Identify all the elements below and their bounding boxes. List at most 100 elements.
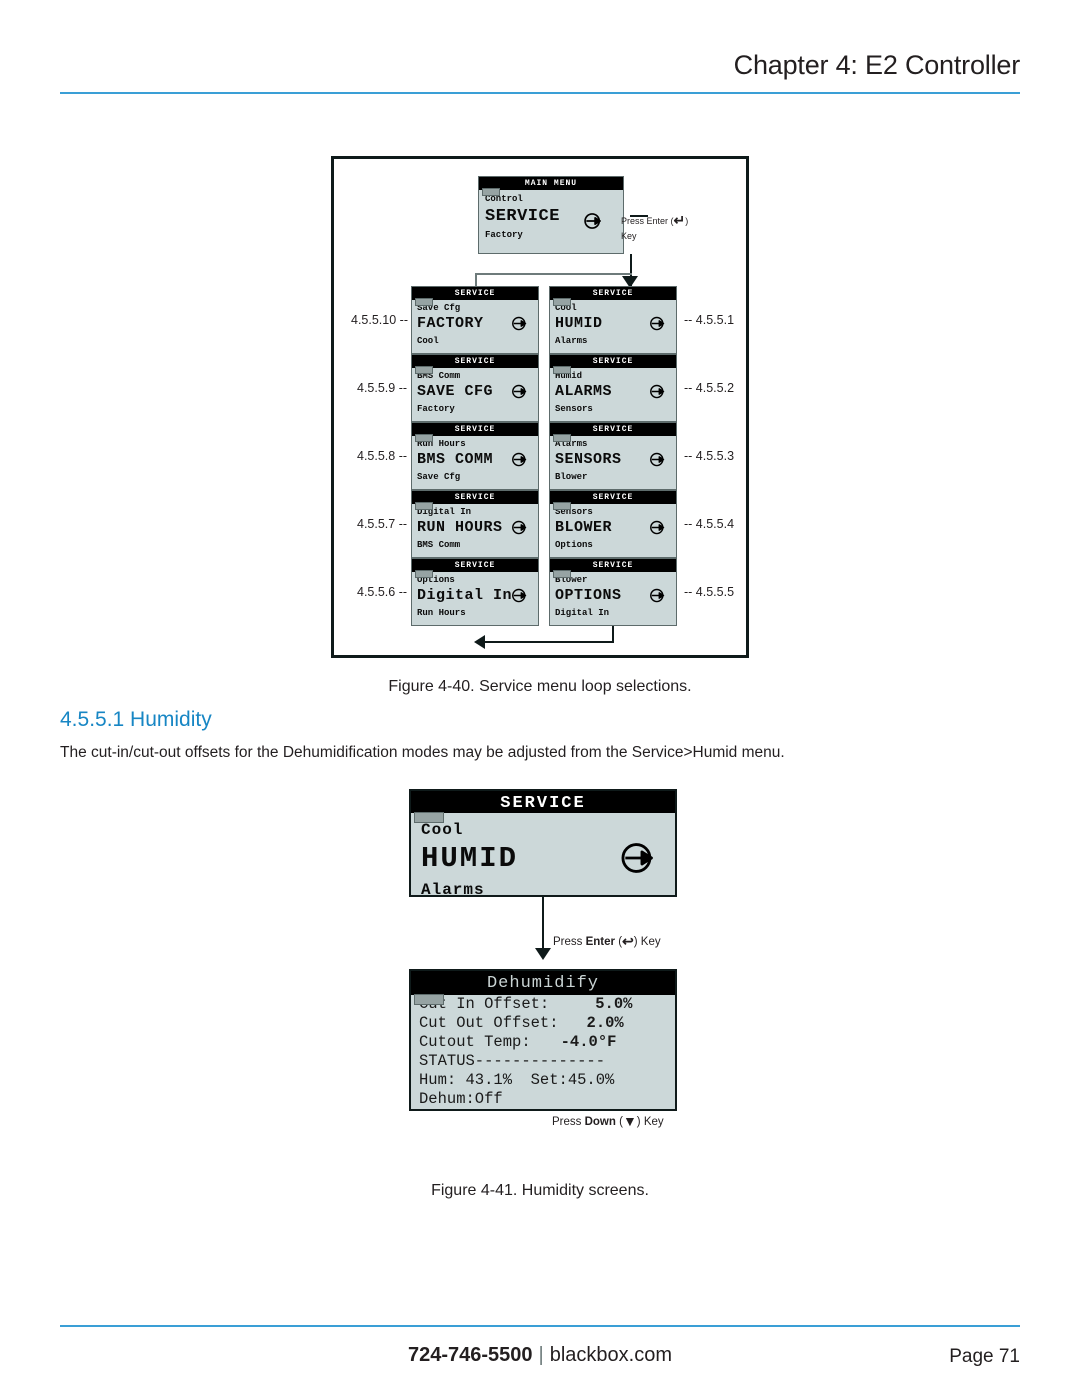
circle-right-arrow-icon xyxy=(649,383,666,400)
lcd-panel-humid-large[interactable]: SERVICE Cool HUMID Alarms xyxy=(409,789,677,899)
lcd-item-below[interactable]: Save Cfg xyxy=(417,472,538,482)
lcd-title-text: SERVICE xyxy=(454,357,496,366)
lcd-title-bar: SERVICE xyxy=(550,423,676,442)
connector-enter-note xyxy=(630,215,648,217)
lcd-panel-main-menu[interactable]: MAIN MENU Control SERVICE Factory xyxy=(478,176,624,254)
scroll-indicator xyxy=(553,434,571,442)
scroll-indicator xyxy=(415,570,433,578)
lcd-panel-factory[interactable]: SERVICE Save Cfg FACTORY Cool xyxy=(411,286,539,354)
lcd-item-below[interactable]: Factory xyxy=(417,404,538,414)
index-label-4-5-5-9: 4.5.5.9 -- xyxy=(357,381,408,395)
lcd-panel-options[interactable]: SERVICE Blower OPTIONS Digital In xyxy=(549,558,677,626)
index-label-4-5-5-3: -- 4.5.5.3 xyxy=(684,449,735,463)
lcd-item-above[interactable]: Alarms xyxy=(555,439,676,449)
lcd-title-bar: SERVICE xyxy=(412,491,538,510)
lcd-item-above[interactable]: Cool xyxy=(555,303,676,313)
circle-right-arrow-icon xyxy=(649,519,666,536)
circle-right-arrow-icon xyxy=(649,587,666,604)
lcd-title-bar: SERVICE xyxy=(550,491,676,510)
lcd-item-above[interactable]: BMS Comm xyxy=(417,371,538,381)
down-arrow-icon: ▼ xyxy=(622,1113,637,1129)
enter-key-icon: ↩ xyxy=(622,933,634,949)
lcd-panel-dehumidify[interactable]: Dehumidify Cut In Offset: 5.0% Cut Out Of… xyxy=(409,969,677,1111)
circle-right-arrow-icon xyxy=(511,383,528,400)
press-enter-close: ) xyxy=(633,936,641,948)
lcd-title-bar: SERVICE xyxy=(550,287,676,306)
dehum-value-cut-out: 2.0% xyxy=(586,1013,624,1032)
press-down-bold: Down xyxy=(584,1116,616,1128)
footer-divider xyxy=(60,1325,1020,1327)
lcd-panel-alarms[interactable]: SERVICE Humid ALARMS Sensors xyxy=(549,354,677,422)
lcd-panel-humid-small[interactable]: SERVICE Cool HUMID Alarms xyxy=(549,286,677,354)
lcd-title-bar: Dehumidify xyxy=(411,971,675,1005)
scroll-indicator xyxy=(415,366,433,374)
index-label-4-5-5-8: 4.5.5.8 -- xyxy=(357,449,408,463)
index-label-4-5-5-4: -- 4.5.5.4 xyxy=(684,517,735,531)
index-label-4-5-5-1: -- 4.5.5.1 xyxy=(684,313,735,327)
circle-right-arrow-icon xyxy=(511,451,528,468)
lcd-title-text: SERVICE xyxy=(592,357,634,366)
section-body-text: The cut-in/cut-out offsets for the Dehum… xyxy=(60,744,785,761)
dehum-value-cut-in: 5.0% xyxy=(595,995,633,1013)
footer-page-number: Page 71 xyxy=(949,1346,1020,1367)
lcd-item-above[interactable]: Blower xyxy=(555,575,676,585)
index-label-4-5-5-2: -- 4.5.5.2 xyxy=(684,381,735,395)
index-label-4-5-5-5: -- 4.5.5.5 xyxy=(684,585,735,599)
lcd-item-below[interactable]: Sensors xyxy=(555,404,676,414)
lcd-panel-blower[interactable]: SERVICE Sensors BLOWER Options xyxy=(549,490,677,558)
press-enter-note-line1b: ) xyxy=(685,216,689,226)
dehum-value-cutout-temp: -4.0°F xyxy=(560,1032,617,1051)
lcd-title-text: SERVICE xyxy=(454,425,496,434)
lcd-panel-bms-comm[interactable]: SERVICE Run Hours BMS COMM Save Cfg xyxy=(411,422,539,490)
figure-4-41-caption: Figure 4-41. Humidity screens. xyxy=(431,1182,649,1199)
lcd-title-text: SERVICE xyxy=(592,289,634,298)
section-heading: 4.5.5.1 Humidity xyxy=(60,708,212,731)
press-enter-open: ( xyxy=(615,936,623,948)
footer-website[interactable]: blackbox.com xyxy=(550,1344,672,1366)
header-divider xyxy=(60,92,1020,94)
lcd-panel-save-cfg[interactable]: SERVICE BMS Comm SAVE CFG Factory xyxy=(411,354,539,422)
lcd-title-bar: SERVICE xyxy=(412,559,538,578)
lcd-item-below[interactable]: BMS Comm xyxy=(417,540,538,550)
footer-phone[interactable]: 724-746-5500 xyxy=(408,1344,533,1366)
press-enter-note-line1: Press Enter ( xyxy=(621,216,674,226)
lcd-item-below[interactable]: Digital In xyxy=(555,608,676,618)
lcd-item-below[interactable]: Alarms xyxy=(421,881,675,899)
lcd-item-below[interactable]: Factory xyxy=(485,230,623,240)
lcd-item-below[interactable]: Run Hours xyxy=(417,608,538,618)
dehum-row-status: STATUS-------------- xyxy=(419,1051,606,1070)
lcd-item-above[interactable]: Digital In xyxy=(417,507,538,517)
press-down-close: ) xyxy=(636,1116,644,1128)
footer-contact: 724-746-5500 | blackbox.com xyxy=(0,1344,1080,1367)
press-down-note: Press Down (▼) Key xyxy=(552,1113,664,1129)
page-header: Chapter 4: E2 Controller xyxy=(0,0,1080,96)
arrow-down-to-dehumidify xyxy=(535,948,551,960)
lcd-panel-digital-in[interactable]: SERVICE Options Digital In Run Hours xyxy=(411,558,539,626)
lcd-item-above[interactable]: Humid xyxy=(555,371,676,381)
dehum-row-cutout-temp[interactable]: Cutout Temp: -4.0°F xyxy=(419,1032,675,1052)
dehum-row-cut-out-offset[interactable]: Cut Out Offset: 2.0% xyxy=(419,1013,675,1033)
lcd-item-above[interactable]: Sensors xyxy=(555,507,676,517)
dehum-row-cut-in-offset[interactable]: Cut In Offset: 5.0% xyxy=(419,995,675,1014)
lcd-item-above[interactable]: Options xyxy=(417,575,538,585)
lcd-title-text: MAIN MENU xyxy=(524,179,578,188)
lcd-panel-run-hours[interactable]: SERVICE Digital In RUN HOURS BMS Comm xyxy=(411,490,539,558)
lcd-item-below[interactable]: Blower xyxy=(555,472,676,482)
lcd-item-above[interactable]: Run Hours xyxy=(417,439,538,449)
lcd-item-below[interactable]: Cool xyxy=(417,336,538,346)
lcd-panel-sensors[interactable]: SERVICE Alarms SENSORS Blower xyxy=(549,422,677,490)
index-label-4-5-5-6: 4.5.5.6 -- xyxy=(357,585,408,599)
scroll-indicator xyxy=(553,366,571,374)
lcd-title-text: SERVICE xyxy=(500,794,586,813)
lcd-title-bar: SERVICE xyxy=(412,355,538,374)
lcd-item-above[interactable]: Control xyxy=(485,194,623,204)
lcd-item-above[interactable]: Cool xyxy=(421,821,675,839)
lcd-title-text: SERVICE xyxy=(454,289,496,298)
figure-4-40-caption: Figure 4-40. Service menu loop selection… xyxy=(388,678,692,695)
scroll-indicator xyxy=(553,298,571,306)
lcd-item-below[interactable]: Alarms xyxy=(555,336,676,346)
lcd-item-below[interactable]: Options xyxy=(555,540,676,550)
lcd-item-above[interactable]: Save Cfg xyxy=(417,303,538,313)
circle-right-arrow-icon xyxy=(583,211,603,231)
index-label-4-5-5-7: 4.5.5.7 -- xyxy=(357,517,408,531)
